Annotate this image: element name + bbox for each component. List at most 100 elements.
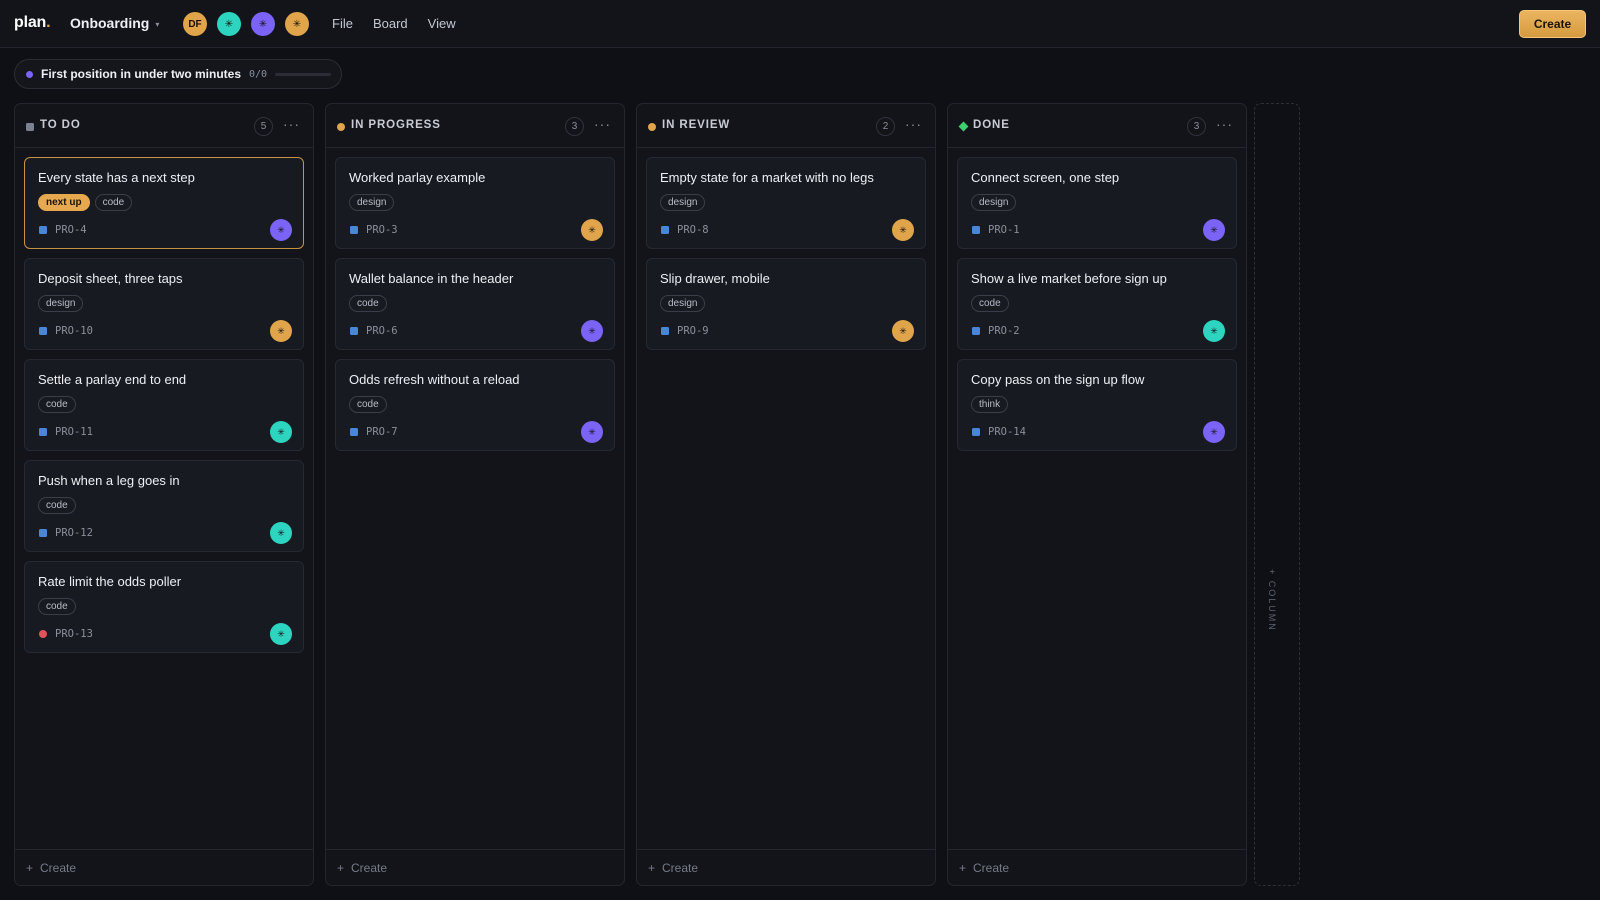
assignee-avatar[interactable]: ✳ xyxy=(1203,320,1225,342)
task-card[interactable]: Slip drawer, mobile design PRO-9 ✳ xyxy=(646,258,926,350)
top-bar: plan. Onboarding ▾ DF ✳ ✳ ✳ File Board V… xyxy=(0,0,1600,48)
assignee-avatar[interactable]: ✳ xyxy=(581,320,603,342)
tag-badge[interactable]: design xyxy=(660,295,706,312)
column-title: DONE xyxy=(973,119,1010,131)
tag-badge[interactable]: code xyxy=(94,194,133,211)
avatar[interactable]: ✳ xyxy=(251,12,275,36)
priority-icon xyxy=(39,327,47,335)
project-switcher[interactable]: Onboarding ▾ xyxy=(70,15,159,31)
avatar[interactable]: ✳ xyxy=(217,12,241,36)
assignee-avatar[interactable]: ✳ xyxy=(270,421,292,443)
assignee-avatar[interactable]: ✳ xyxy=(1203,421,1225,443)
column-header: IN PROGRESS 3 ··· xyxy=(326,104,624,148)
app-logo[interactable]: plan. xyxy=(14,14,51,32)
task-card[interactable]: Show a live market before sign up code P… xyxy=(957,258,1237,350)
task-card[interactable]: Deposit sheet, three taps design PRO-10 … xyxy=(24,258,304,350)
tag-badge[interactable]: code xyxy=(971,295,1009,312)
card-title: Deposit sheet, three taps xyxy=(38,271,183,286)
task-card[interactable]: Connect screen, one step design PRO-1 ✳ xyxy=(957,157,1237,249)
tag-badge[interactable]: design xyxy=(38,295,84,312)
card-meta: PRO-3 xyxy=(350,224,398,236)
column-header: DONE 3 ··· xyxy=(948,104,1246,148)
plus-icon: + xyxy=(1267,569,1277,577)
priority-icon xyxy=(350,327,358,335)
card-tags: code xyxy=(38,396,76,413)
more-options-icon[interactable]: ··· xyxy=(283,116,300,132)
card-tags: code xyxy=(349,295,387,312)
issue-id: PRO-12 xyxy=(55,527,93,539)
task-card[interactable]: Worked parlay example design PRO-3 ✳ xyxy=(335,157,615,249)
card-meta: PRO-9 xyxy=(661,325,709,337)
card-tags: design xyxy=(660,194,706,211)
tag-badge[interactable]: next up xyxy=(38,194,90,211)
tag-badge[interactable]: code xyxy=(38,396,76,413)
card-title: Connect screen, one step xyxy=(971,170,1120,185)
card-meta: PRO-4 xyxy=(39,224,87,236)
card-tags: think xyxy=(971,396,1009,413)
task-card[interactable]: Copy pass on the sign up flow think PRO-… xyxy=(957,359,1237,451)
menu-file[interactable]: File xyxy=(332,16,353,31)
menu-board[interactable]: Board xyxy=(373,16,408,31)
task-card[interactable]: Every state has a next step next up code … xyxy=(24,157,304,249)
create-label: Create xyxy=(40,860,77,875)
card-tags: design xyxy=(349,194,395,211)
avatar[interactable]: ✳ xyxy=(285,12,309,36)
assignee-avatar[interactable]: ✳ xyxy=(892,219,914,241)
more-options-icon[interactable]: ··· xyxy=(905,116,922,132)
column-count-badge: 2 xyxy=(876,117,895,136)
task-card[interactable]: Push when a leg goes in code PRO-12 ✳ xyxy=(24,460,304,552)
task-card[interactable]: Odds refresh without a reload code PRO-7… xyxy=(335,359,615,451)
assignee-avatar[interactable]: ✳ xyxy=(581,219,603,241)
issue-id: PRO-14 xyxy=(988,426,1026,438)
assignee-avatar[interactable]: ✳ xyxy=(892,320,914,342)
plus-icon: + xyxy=(648,860,656,875)
assignee-avatar[interactable]: ✳ xyxy=(581,421,603,443)
tag-badge[interactable]: code xyxy=(349,295,387,312)
plus-icon: + xyxy=(337,860,345,875)
assignee-avatar[interactable]: ✳ xyxy=(270,219,292,241)
column-header: IN REVIEW 2 ··· xyxy=(637,104,935,148)
add-column-button[interactable]: + COLUMN xyxy=(1254,103,1300,886)
column-create-button[interactable]: + Create xyxy=(326,849,624,885)
task-card[interactable]: Settle a parlay end to end code PRO-11 ✳ xyxy=(24,359,304,451)
tag-badge[interactable]: code xyxy=(38,497,76,514)
task-card[interactable]: Rate limit the odds poller code PRO-13 ✳ xyxy=(24,561,304,653)
assignee-avatar[interactable]: ✳ xyxy=(270,522,292,544)
column-create-button[interactable]: + Create xyxy=(15,849,313,885)
column-title: IN PROGRESS xyxy=(351,119,441,131)
goal-pill[interactable]: First position in under two minutes 0/0 xyxy=(14,59,342,89)
tag-badge[interactable]: design xyxy=(660,194,706,211)
avatar[interactable]: DF xyxy=(183,12,207,36)
tag-badge[interactable]: think xyxy=(971,396,1009,413)
column-done: DONE 3 ··· Connect screen, one step desi… xyxy=(947,103,1247,886)
card-tags: next up code xyxy=(38,194,133,211)
card-title: Show a live market before sign up xyxy=(971,271,1167,286)
tag-badge[interactable]: code xyxy=(38,598,76,615)
more-options-icon[interactable]: ··· xyxy=(1216,116,1233,132)
more-options-icon[interactable]: ··· xyxy=(594,116,611,132)
create-button[interactable]: Create xyxy=(1519,10,1586,38)
status-dot xyxy=(958,121,969,132)
create-label: Create xyxy=(973,860,1010,875)
tag-badge[interactable]: code xyxy=(349,396,387,413)
tag-badge[interactable]: design xyxy=(971,194,1017,211)
goal-count: 0/0 xyxy=(249,68,268,80)
member-avatars: DF ✳ ✳ ✳ xyxy=(183,12,309,36)
assignee-avatar[interactable]: ✳ xyxy=(1203,219,1225,241)
priority-icon xyxy=(972,428,980,436)
create-label: Create xyxy=(351,860,388,875)
column-create-button[interactable]: + Create xyxy=(948,849,1246,885)
column-create-button[interactable]: + Create xyxy=(637,849,935,885)
menu-view[interactable]: View xyxy=(428,16,456,31)
card-meta: PRO-2 xyxy=(972,325,1020,337)
issue-id: PRO-3 xyxy=(366,224,398,236)
plus-icon: + xyxy=(959,860,967,875)
task-card[interactable]: Empty state for a market with no legs de… xyxy=(646,157,926,249)
assignee-avatar[interactable]: ✳ xyxy=(270,623,292,645)
task-card[interactable]: Wallet balance in the header code PRO-6 … xyxy=(335,258,615,350)
issue-id: PRO-6 xyxy=(366,325,398,337)
issue-id: PRO-13 xyxy=(55,628,93,640)
card-tags: code xyxy=(971,295,1009,312)
assignee-avatar[interactable]: ✳ xyxy=(270,320,292,342)
tag-badge[interactable]: design xyxy=(349,194,395,211)
